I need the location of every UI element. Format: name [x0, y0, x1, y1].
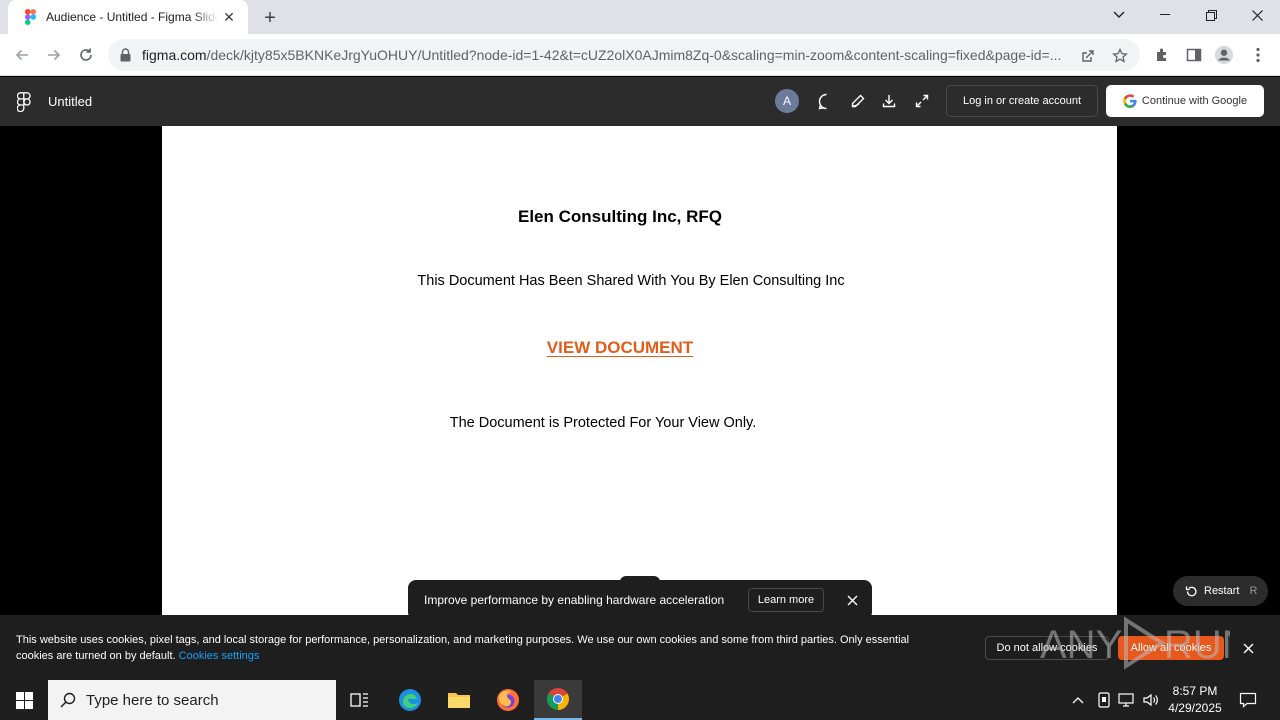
slide: Elen Consulting Inc, RFQ This Document H…	[162, 126, 1117, 615]
download-icon[interactable]	[879, 91, 899, 111]
continue-with-google-label: Continue with Google	[1141, 95, 1248, 107]
cookies-settings-link[interactable]: Cookies settings	[179, 650, 260, 662]
share-icon[interactable]	[1078, 46, 1098, 66]
minimize-icon[interactable]	[1142, 0, 1188, 30]
login-button[interactable]: Log in or create account	[946, 85, 1098, 117]
side-panel-icon[interactable]	[1184, 45, 1204, 65]
extensions-icon[interactable]	[1152, 45, 1172, 65]
clock-time: 8:57 PM	[1172, 684, 1218, 698]
search-placeholder: Type here to search	[86, 691, 219, 709]
network-icon[interactable]	[1117, 690, 1137, 710]
firefox-icon[interactable]	[484, 680, 532, 720]
browser-tab-strip: Audience - Untitled - Figma Slides ✕ +	[0, 0, 1280, 34]
profile-icon[interactable]	[1214, 45, 1234, 65]
tab-title: Audience - Untitled - Figma Slides	[46, 10, 218, 24]
volume-icon[interactable]	[1141, 690, 1161, 710]
tray-overflow-chevron-icon[interactable]	[1068, 690, 1088, 710]
view-document-link[interactable]: VIEW DOCUMENT	[162, 338, 1078, 358]
fullscreen-icon[interactable]	[912, 91, 932, 111]
restart-label: Restart	[1204, 585, 1240, 597]
windows-start-icon[interactable]	[0, 680, 48, 720]
presentation-stage: Elen Consulting Inc, RFQ This Document H…	[0, 126, 1280, 615]
slide-title: Elen Consulting Inc, RFQ	[518, 207, 722, 226]
figma-header: Untitled A Log in or create account Cont…	[0, 77, 1280, 126]
figma-logo-icon[interactable]	[16, 92, 31, 113]
device-icon[interactable]	[1094, 690, 1114, 710]
notifications-icon[interactable]	[1238, 690, 1258, 710]
back-icon[interactable]	[8, 41, 36, 69]
restart-button[interactable]: Restart R	[1173, 576, 1268, 606]
figma-favicon-icon	[22, 9, 38, 25]
windows-taskbar: Type here to search 8:57 PM 4/29/2025	[0, 680, 1280, 720]
task-view-icon[interactable]	[336, 680, 384, 720]
cookie-banner: This website uses cookies, pixel tags, a…	[0, 615, 1280, 680]
allow-all-cookies-button[interactable]: Allow all cookies	[1118, 636, 1224, 660]
tab-search-icon[interactable]	[1096, 0, 1142, 30]
bookmark-star-icon[interactable]	[1110, 46, 1130, 66]
new-tab-icon[interactable]: +	[258, 6, 282, 30]
continue-with-google-button[interactable]: Continue with Google	[1106, 85, 1264, 117]
forward-icon[interactable]	[40, 41, 68, 69]
cookie-close-icon[interactable]	[1238, 638, 1258, 658]
avatar[interactable]: A	[775, 89, 799, 113]
document-title: Untitled	[48, 94, 93, 109]
hardware-acceleration-toast: Improve performance by enabling hardware…	[408, 580, 872, 620]
chrome-icon[interactable]	[534, 680, 582, 720]
draw-pencil-icon[interactable]	[848, 91, 868, 111]
address-bar[interactable]: figma.com/deck/kjty85x5BKNKeJrgYuOHUY/Un…	[108, 39, 1140, 71]
taskbar-clock[interactable]: 8:57 PM 4/29/2025	[1162, 683, 1228, 717]
restart-icon	[1185, 585, 1198, 598]
browser-tab[interactable]: Audience - Untitled - Figma Slides ✕	[8, 0, 248, 34]
google-logo-icon	[1123, 94, 1137, 108]
slide-note: The Document is Protected For Your View …	[449, 415, 757, 431]
file-explorer-icon[interactable]	[435, 680, 483, 720]
menu-kebab-icon[interactable]	[1248, 45, 1268, 65]
slide-subtitle: This Document Has Been Shared With You B…	[417, 273, 845, 289]
edge-browser-icon[interactable]	[386, 680, 434, 720]
toast-text: Improve performance by enabling hardware…	[424, 593, 725, 607]
close-window-icon[interactable]	[1234, 0, 1280, 30]
search-icon	[60, 692, 76, 708]
browser-toolbar: figma.com/deck/kjty85x5BKNKeJrgYuOHUY/Un…	[0, 34, 1280, 76]
clock-date: 4/29/2025	[1168, 701, 1222, 715]
reload-icon[interactable]	[72, 41, 100, 69]
url-text: figma.com/deck/kjty85x5BKNKeJrgYuOHUY/Un…	[142, 47, 1062, 63]
do-not-allow-cookies-button[interactable]: Do not allow cookies	[985, 636, 1109, 660]
toast-close-icon[interactable]	[842, 590, 862, 610]
lock-icon[interactable]	[120, 48, 134, 62]
comment-icon[interactable]	[816, 91, 836, 111]
tab-close-icon[interactable]: ✕	[220, 8, 238, 26]
cookie-text: This website uses cookies, pixel tags, a…	[16, 634, 910, 662]
taskbar-search-input[interactable]: Type here to search	[48, 680, 336, 720]
restart-shortcut-key: R	[1249, 585, 1258, 597]
learn-more-button[interactable]: Learn more	[748, 588, 824, 612]
restore-icon[interactable]	[1188, 0, 1234, 30]
